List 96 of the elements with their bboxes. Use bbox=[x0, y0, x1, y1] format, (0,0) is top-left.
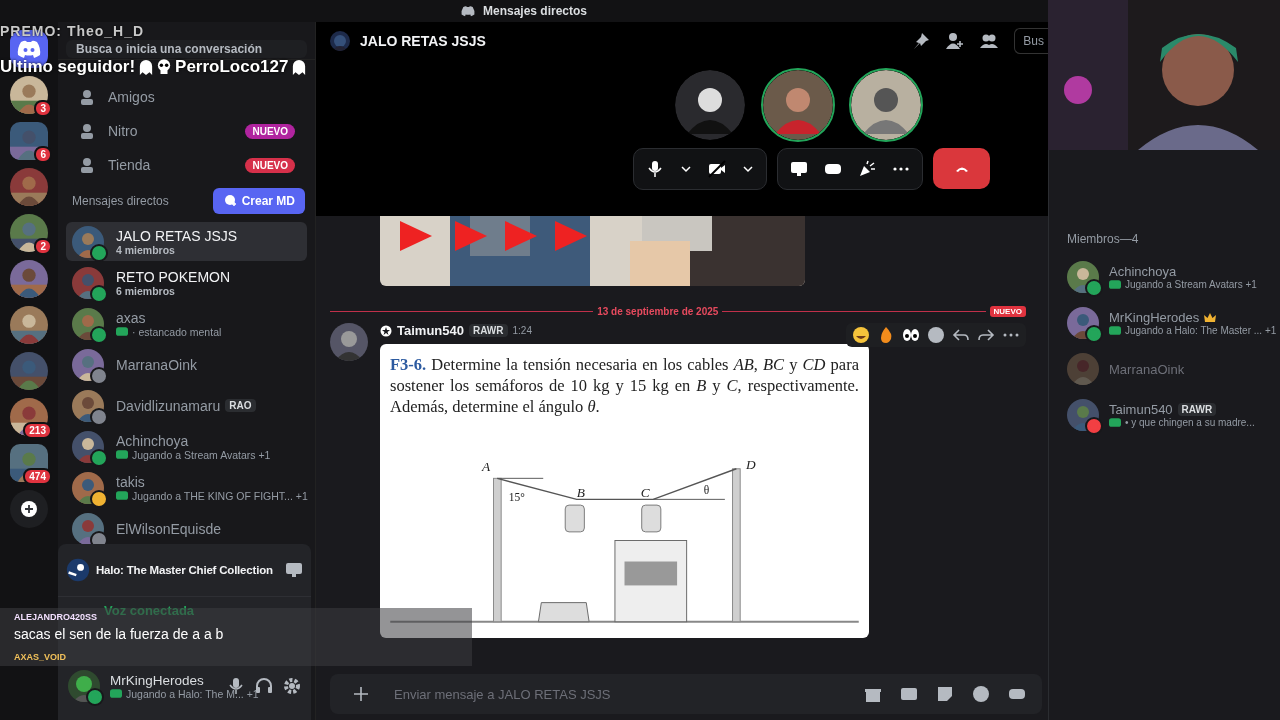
dm-subtitle: 4 miembros bbox=[116, 243, 175, 256]
dm-item[interactable]: Davidlizunamaru RAO bbox=[66, 386, 307, 425]
dm-subtitle: · estancado mental bbox=[132, 325, 222, 338]
eyes-emoji-icon[interactable] bbox=[902, 326, 920, 344]
sticker-icon[interactable] bbox=[936, 685, 954, 703]
star-icon bbox=[380, 324, 392, 337]
unread-badge: 3 bbox=[34, 100, 52, 117]
dm-name: axas bbox=[116, 309, 146, 326]
add-icon[interactable] bbox=[352, 685, 370, 703]
dm-name: ElWilsonEquisde bbox=[116, 520, 222, 537]
member-name: MarranaOink bbox=[1109, 361, 1185, 377]
member-name: MrKingHerodes bbox=[1109, 310, 1200, 325]
caret-icon[interactable] bbox=[742, 163, 754, 175]
traffic-light-diagram: A B C D 15° θ bbox=[390, 442, 859, 638]
section-heading: Miembros—4 bbox=[1066, 232, 1140, 248]
chat-username: AXAS_VOID bbox=[14, 652, 67, 662]
plus-icon bbox=[21, 501, 37, 517]
dm-name: JALO RETAS JSJS bbox=[116, 227, 238, 244]
discord-logo-icon bbox=[17, 40, 41, 58]
laughing-emoji-icon[interactable] bbox=[852, 326, 870, 344]
member-activity: Jugando a Stream Avatars +1 bbox=[1125, 279, 1257, 290]
add-member-icon[interactable] bbox=[946, 32, 965, 50]
member-item[interactable]: Achinchoya Jugando a Stream Avatars +1 bbox=[1049, 254, 1280, 300]
member-item[interactable]: MrKingHerodes Jugando a Halo: The Master ... +1 bbox=[1049, 300, 1280, 346]
hang-up-button[interactable] bbox=[933, 148, 990, 189]
new-badge: NUEVO bbox=[989, 306, 1026, 317]
dm-item[interactable]: takis Jugando a THE KING OF FIGHT... +1 bbox=[66, 468, 307, 507]
dm-subtitle: Jugando a THE KING OF FIGHT... +1 bbox=[132, 489, 308, 502]
nav-item[interactable]: Amigos bbox=[66, 80, 307, 114]
skull-icon bbox=[157, 59, 172, 75]
member-activity: Jugando a Halo: The Master ... +1 bbox=[1125, 325, 1277, 336]
user-tag: RAWR bbox=[1177, 403, 1217, 416]
unread-badge: 2 bbox=[34, 238, 52, 255]
dm-item[interactable]: Achinchoya Jugando a Stream Avatars +1 bbox=[66, 427, 307, 466]
dm-name: Davidlizunamaru bbox=[116, 397, 221, 414]
steam-logo-icon bbox=[66, 558, 90, 582]
member-name: Achinchoya bbox=[1109, 264, 1177, 279]
unread-badge: 213 bbox=[23, 422, 52, 439]
settings-icon[interactable] bbox=[283, 677, 301, 695]
date-divider: 13 de septiembre de 2025 bbox=[597, 306, 719, 317]
username: MrKingHerodes bbox=[110, 672, 205, 688]
unread-badge: 474 bbox=[23, 468, 52, 485]
ghost-icon bbox=[292, 59, 307, 75]
dm-name: Achinchoya bbox=[116, 432, 189, 449]
problem-text: F3-6. Determine la tensión necesaria en los cables AB, BC y CD para sostener los semáforos de 10 kg y 15 kg en B y C, respectivamente. Además, determine el ángulo θ. bbox=[390, 354, 859, 417]
search-field[interactable]: Busca o inicia una conversación bbox=[66, 40, 307, 58]
chat-username: ALEJANDRO420SS bbox=[14, 612, 99, 622]
nav-item[interactable]: Tienda NUEVO bbox=[66, 148, 307, 182]
dm-name: MarranaOink bbox=[116, 356, 197, 373]
nav-icon bbox=[78, 122, 96, 140]
new-badge: NUEVO bbox=[245, 123, 295, 139]
screen-share-icon[interactable] bbox=[790, 160, 808, 178]
pin-icon[interactable] bbox=[912, 32, 931, 50]
dm-item[interactable]: axas · estancado mental bbox=[66, 304, 307, 343]
user-plus-icon bbox=[222, 194, 237, 208]
nav-icon bbox=[78, 88, 96, 106]
add-server-button[interactable] bbox=[10, 490, 48, 528]
user-tag: RAO bbox=[225, 399, 256, 412]
top-bar-title: Mensajes directos bbox=[482, 4, 587, 18]
caret-icon[interactable] bbox=[680, 163, 692, 175]
channel-name: JALO RETAS JSJS bbox=[360, 33, 486, 49]
dm-subtitle: Jugando a Stream Avatars +1 bbox=[132, 448, 271, 461]
author-name[interactable]: Taimun540 bbox=[397, 323, 464, 338]
dm-item[interactable]: JALO RETAS JSJS 4 miembros bbox=[66, 222, 307, 261]
chat-message: sacas el sen de la fuerza de a a b bbox=[14, 626, 225, 642]
members-icon[interactable] bbox=[980, 32, 999, 50]
image-attachment[interactable]: F3-6. Determine la tensión necesaria en los cables AB, BC y CD para sostener los semáforos de 10 kg y 15 kg en B y C, respectivamente. Además, determine el ángulo θ. A B C D 15° θ bbox=[380, 344, 869, 638]
new-badge: NUEVO bbox=[245, 157, 295, 173]
member-name: Taimun540 bbox=[1109, 402, 1173, 417]
screen-share-icon[interactable] bbox=[285, 561, 303, 579]
dm-name: takis bbox=[116, 473, 145, 490]
dm-item[interactable]: MarranaOink bbox=[66, 345, 307, 384]
status-dot bbox=[88, 690, 102, 704]
user-activity: Jugando a Halo: The M... +1 bbox=[126, 687, 259, 700]
stream-overlay-text: PREMO: Theo_H_D bbox=[0, 23, 145, 39]
section-heading: Mensajes directos bbox=[72, 194, 169, 208]
dm-name: RETO POKEMON bbox=[116, 268, 231, 285]
member-activity: • y que chingen a su madre... bbox=[1125, 417, 1255, 428]
discord-logo-icon bbox=[460, 4, 475, 18]
member-item[interactable]: Taimun540 RAWR • y que chingen a su madre... bbox=[1049, 392, 1280, 438]
create-dm-button[interactable]: Crear MD bbox=[212, 188, 305, 214]
nav-item[interactable]: Nitro NUEVO bbox=[66, 114, 307, 148]
nav-icon bbox=[78, 156, 96, 174]
game-title: Halo: The Master Chief Collection bbox=[96, 564, 274, 576]
member-item[interactable]: MarranaOink bbox=[1049, 346, 1280, 392]
unread-badge: 6 bbox=[34, 146, 52, 163]
follower-name: PerroLoco127 bbox=[175, 57, 289, 77]
ghost-icon bbox=[139, 59, 154, 75]
timestamp: 1:24 bbox=[512, 325, 532, 336]
dm-item[interactable]: RETO POKEMON 6 miembros bbox=[66, 263, 307, 302]
user-tag: RAWR bbox=[468, 324, 508, 337]
dm-subtitle: 6 miembros bbox=[116, 284, 175, 297]
camera-off-icon[interactable] bbox=[708, 160, 726, 178]
microphone-icon[interactable] bbox=[646, 160, 664, 178]
voice-status: Voz conectada bbox=[104, 603, 195, 618]
soundboard-icon[interactable] bbox=[858, 160, 876, 178]
